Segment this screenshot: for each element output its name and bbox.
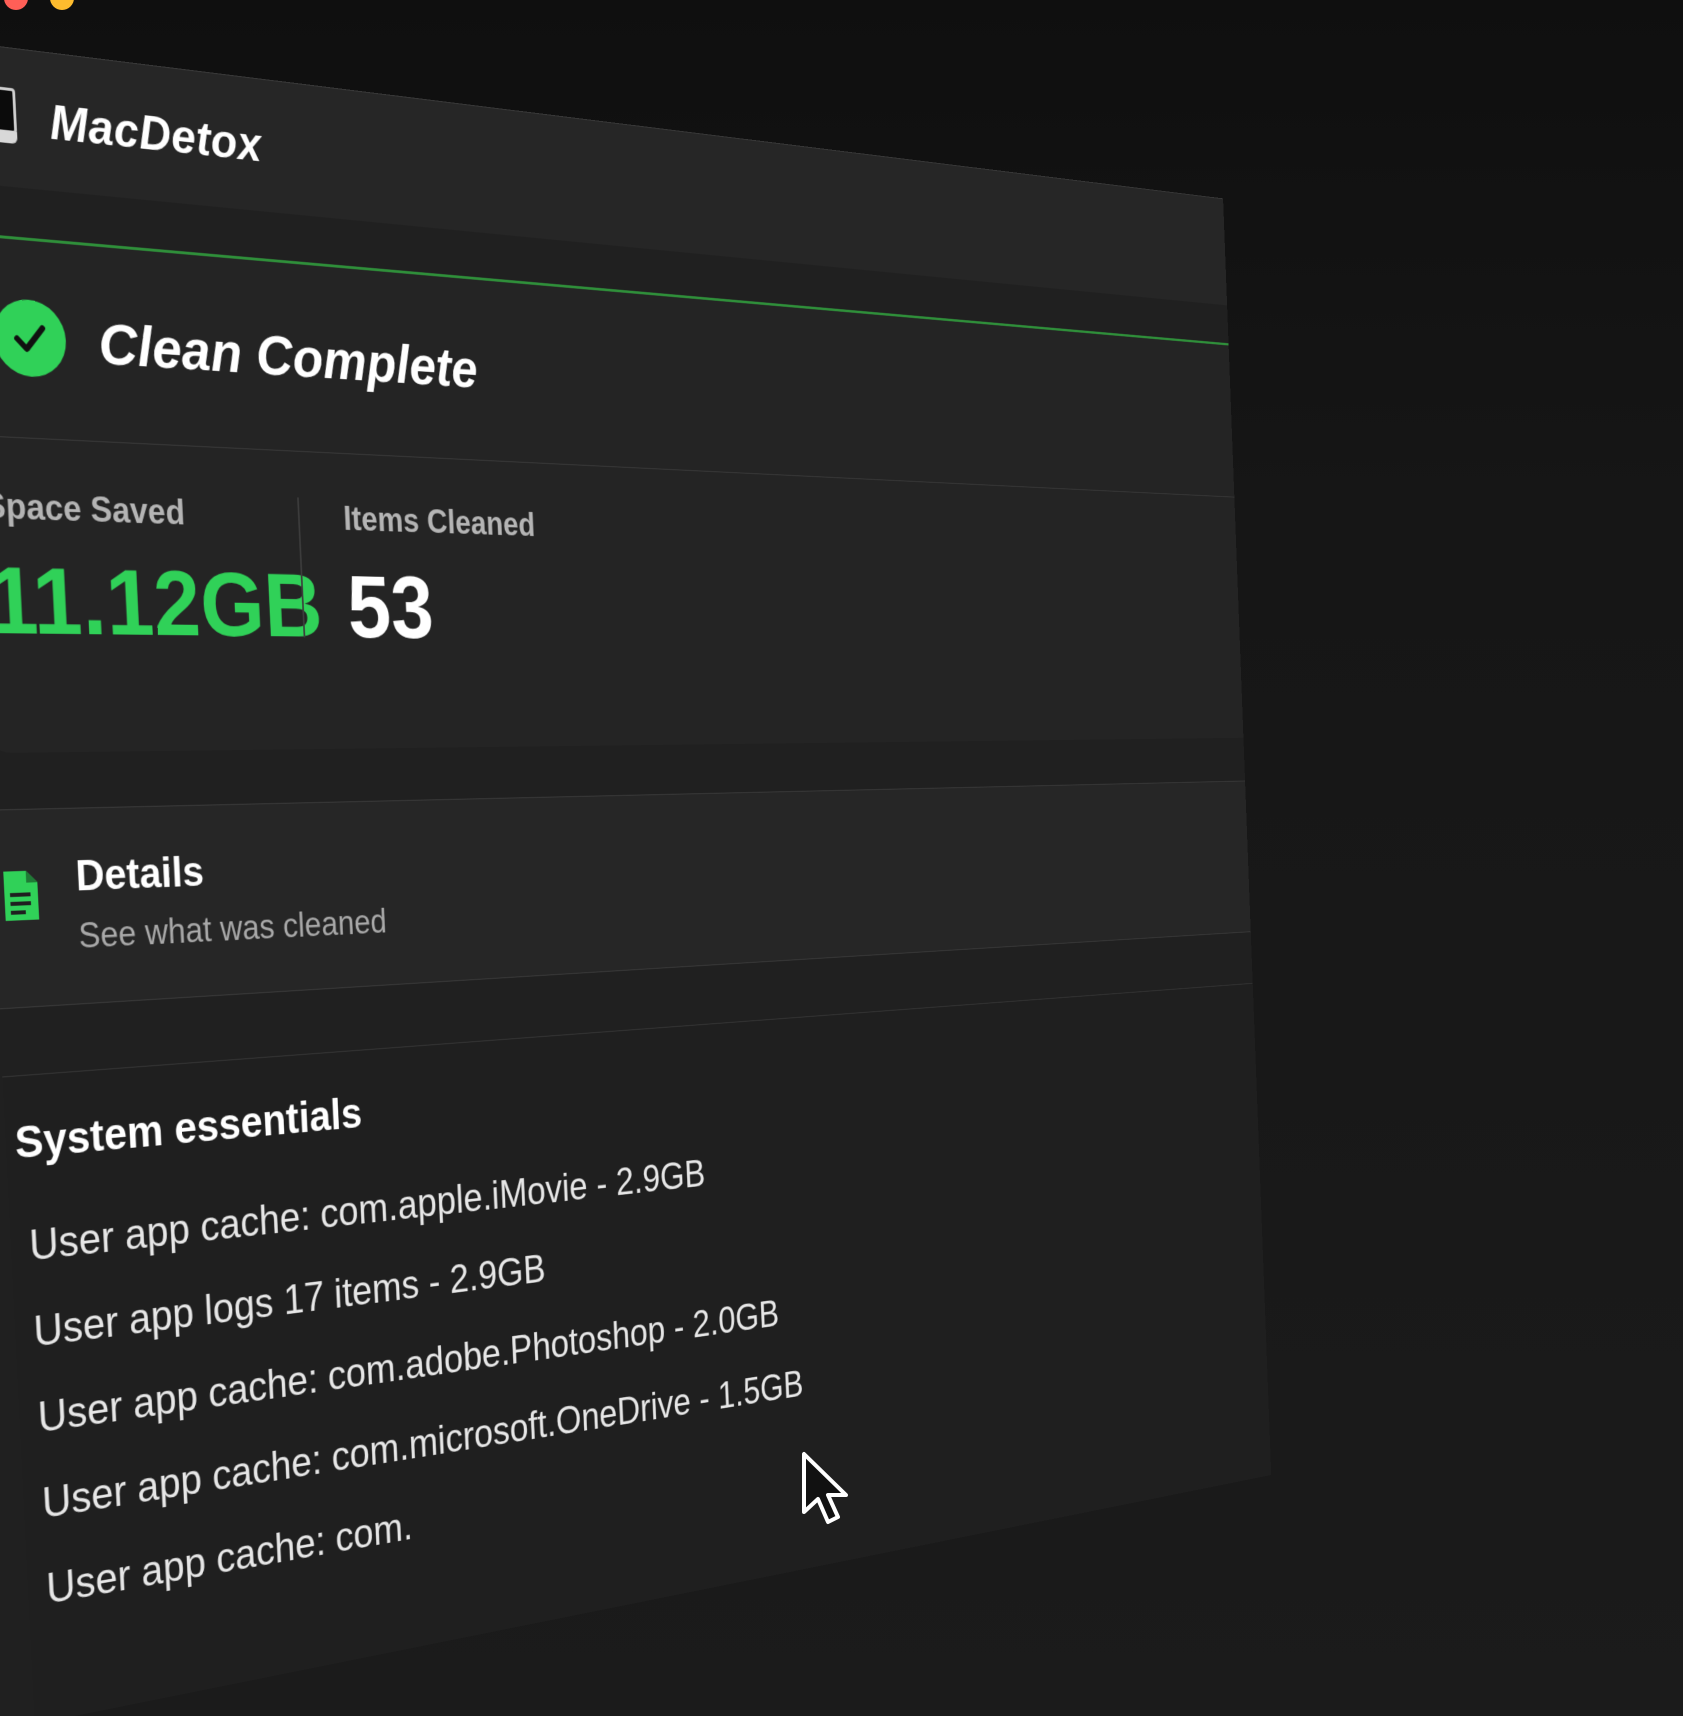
mouse-pointer-icon [802, 1452, 848, 1524]
items-cleaned-label: Items Cleaned [342, 499, 536, 544]
app-window-plane: MacDetox Clean Complete Space Saved 11.1… [0, 32, 1272, 1716]
screen: MacDetox Clean Complete Space Saved 11.1… [0, 0, 1683, 1716]
cleaned-items-list: User app cache: com.apple.iMovie - 2.9GB… [27, 1127, 808, 1633]
details-title: Details [74, 848, 205, 901]
app-window: MacDetox Clean Complete Space Saved 11.1… [0, 32, 1272, 1716]
clean-status-row: Clean Complete [0, 296, 479, 404]
clean-result-card: Clean Complete Space Saved 11.12GB Items… [0, 231, 1244, 754]
laptop-icon [0, 82, 18, 147]
details-subtitle: See what was cleaned [77, 902, 388, 956]
details-row[interactable]: Details See what was cleaned [0, 780, 1251, 1010]
system-essentials-section: System essentials User app cache: com.ap… [2, 982, 1272, 1716]
section-title: System essentials [13, 1088, 363, 1169]
space-saved-value: 11.12GB [0, 547, 325, 657]
checkmark-glyph [8, 315, 51, 361]
space-saved-stat: Space Saved 11.12GB [0, 485, 324, 658]
window-close-button[interactable] [4, 0, 28, 10]
space-saved-label: Space Saved [0, 484, 186, 533]
window-minimize-button[interactable] [50, 0, 74, 10]
items-cleaned-stat: Items Cleaned 53 [343, 499, 542, 659]
clean-complete-heading: Clean Complete [96, 310, 479, 400]
card-divider [0, 434, 1235, 498]
app-title: MacDetox [48, 94, 263, 172]
document-icon [3, 870, 40, 921]
checkmark-circle-icon [0, 296, 68, 379]
laptop-screen [0, 82, 18, 135]
items-cleaned-value: 53 [345, 557, 436, 657]
